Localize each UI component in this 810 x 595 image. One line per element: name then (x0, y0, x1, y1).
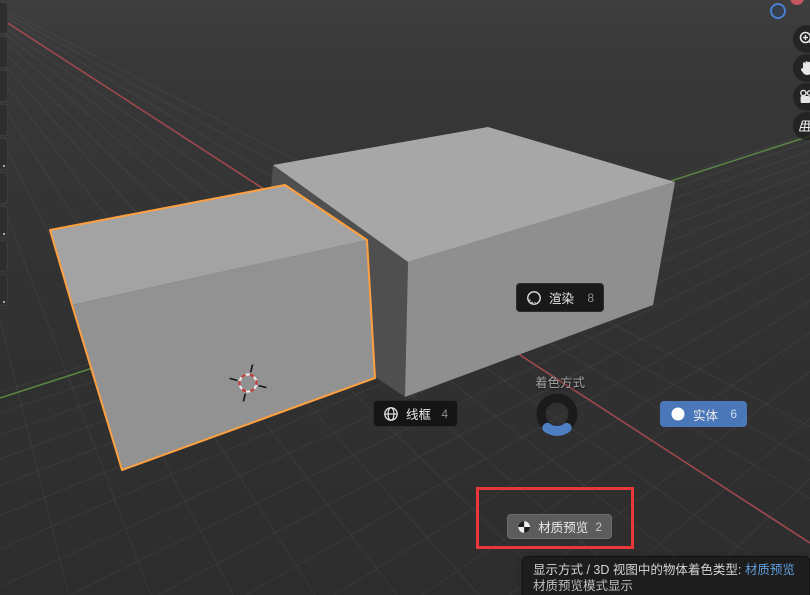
scene-canvas (0, 0, 810, 595)
blender-3d-viewport: 着色方式 渲染 8 线框 4 实体 6 材质预览 2 (0, 0, 810, 595)
grid-ortho-icon (798, 117, 810, 135)
pie-center-ring[interactable] (541, 398, 573, 431)
pie-item-hotkey: 4 (441, 407, 448, 421)
zoom-in-icon (798, 30, 810, 48)
tool-button-stub[interactable] (0, 104, 8, 136)
solid-sphere-icon (670, 406, 686, 422)
selected-box[interactable] (50, 185, 375, 470)
pie-item-render[interactable]: 渲染 8 (516, 283, 604, 312)
tooltip-line1: 显示方式 / 3D 视图中的物体着色类型: 材质预览 (533, 562, 799, 578)
tool-button-stub[interactable] (0, 274, 8, 306)
pie-item-hotkey: 6 (730, 407, 737, 421)
tool-button-stub[interactable] (0, 70, 8, 102)
tool-button-stub[interactable] (0, 172, 8, 204)
pie-item-hotkey: 8 (587, 291, 594, 305)
annotation-highlight-rect (476, 487, 634, 549)
pie-item-label: 实体 (693, 405, 718, 424)
pie-menu-title: 着色方式 (535, 372, 585, 391)
tool-button-stub[interactable] (0, 2, 8, 34)
wireframe-sphere-icon (383, 406, 399, 422)
pie-item-label: 渲染 (549, 288, 574, 307)
pie-direction-arc (547, 428, 566, 431)
left-toolbar-strip (0, 0, 7, 310)
pie-item-wireframe[interactable]: 线框 4 (373, 400, 458, 427)
shading-tooltip: 显示方式 / 3D 视图中的物体着色类型: 材质预览 材质预览模式显示 (522, 556, 810, 595)
camera-view-icon (798, 88, 810, 106)
tooltip-highlight-value: 材质预览 (745, 563, 795, 577)
tool-button-stub[interactable] (0, 206, 8, 238)
tool-button-stub[interactable] (0, 240, 8, 272)
pan-hand-icon (798, 59, 810, 77)
pie-item-label: 线框 (406, 404, 431, 423)
gizmo-blue-axis-ball[interactable] (770, 3, 786, 19)
tool-button-stub[interactable] (0, 36, 8, 68)
tooltip-line2: 材质预览模式显示 (533, 578, 799, 594)
pie-item-solid[interactable]: 实体 6 (660, 401, 747, 427)
render-sphere-icon (526, 290, 542, 306)
tool-button-stub[interactable] (0, 138, 8, 170)
